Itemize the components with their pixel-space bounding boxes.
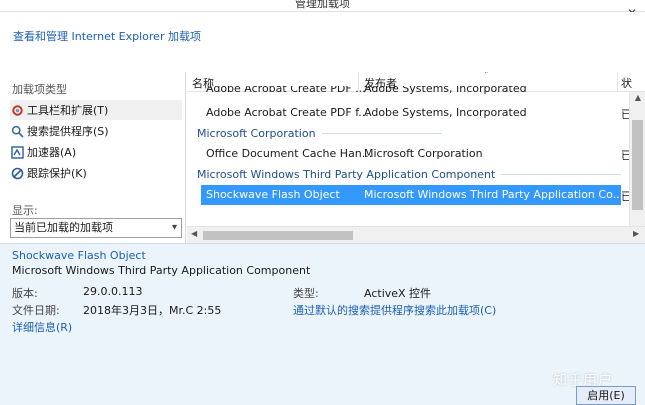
sidebar-item-label: 搜索提供程序(S) — [27, 125, 109, 138]
addon-types-label: 加载项类型 — [12, 83, 67, 96]
show-dropdown[interactable]: 当前已加载的加载项 ▾ — [10, 218, 182, 238]
chevron-down-icon: ▾ — [171, 222, 177, 233]
title-bar: 管理加载项 ✕ — [0, 0, 645, 20]
row-name: Shockwave Flash Object — [206, 188, 340, 201]
list-row[interactable]: Adobe Acrobat Create PDF ... Adobe Syste… — [187, 86, 621, 100]
scroll-right-icon[interactable]: ▶ — [633, 229, 639, 238]
row-publisher: Microsoft Windows Third Party Applicatio… — [364, 188, 624, 201]
header: 查看和管理 Internet Explorer 加载项 — [0, 12, 645, 72]
list-row[interactable]: Adobe Acrobat Create PDF f... Adobe Syst… — [187, 103, 632, 123]
details-pane: Shockwave Flash Object Microsoft Windows… — [0, 243, 645, 405]
scroll-thumb[interactable] — [632, 120, 643, 210]
row-publisher: Microsoft Corporation — [364, 147, 483, 160]
gear-icon — [10, 103, 24, 117]
list-row-selected[interactable]: Shockwave Flash Object Microsoft Windows… — [201, 185, 624, 205]
group-divider — [321, 133, 442, 134]
show-dropdown-value: 当前已加载的加载项 — [14, 221, 113, 234]
type-value: ActiveX 控件 — [364, 287, 432, 300]
sort-up-icon: ˄ — [484, 72, 489, 81]
scroll-left-icon[interactable]: ◀ — [191, 229, 197, 238]
sidebar-item-accelerators[interactable]: 加速器(A) — [10, 142, 182, 162]
version-label: 版本: — [12, 287, 38, 300]
page-heading: 查看和管理 Internet Explorer 加载项 — [13, 30, 201, 43]
accelerator-icon — [10, 145, 24, 159]
group-header: Microsoft Windows Third Party Applicatio… — [197, 168, 622, 181]
show-label: 显示: — [12, 204, 38, 217]
window-title: 管理加载项 — [295, 0, 350, 10]
block-icon — [10, 166, 24, 180]
type-label: 类型: — [293, 287, 319, 300]
sidebar-item-tracking[interactable]: 跟踪保护(K) — [10, 163, 182, 183]
sidebar-item-search[interactable]: 搜索提供程序(S) — [10, 121, 182, 141]
horizontal-scrollbar[interactable]: ◀ ▶ — [187, 226, 645, 243]
group-title: Microsoft Corporation — [197, 127, 316, 140]
sidebar-item-label: 加速器(A) — [27, 146, 77, 159]
sidebar-item-toolbars[interactable]: 工具栏和扩展(T) — [10, 100, 182, 120]
row-name: Adobe Acrobat Create PDF ... — [206, 86, 366, 95]
sidebar-item-label: 工具栏和扩展(T) — [27, 104, 109, 117]
group-title: Microsoft Windows Third Party Applicatio… — [197, 168, 496, 181]
detail-addon-name: Shockwave Flash Object — [12, 249, 146, 262]
group-header: Microsoft Corporation — [197, 127, 442, 140]
more-info-link[interactable]: 详细信息(R) — [12, 319, 72, 335]
vertical-scrollbar[interactable]: ▲ — [629, 92, 645, 243]
list-row[interactable]: Office Document Cache Han... Microsoft C… — [187, 144, 632, 164]
version-value: 29.0.0.113 — [83, 285, 143, 298]
detail-publisher: Microsoft Windows Third Party Applicatio… — [12, 264, 311, 277]
sidebar-item-label: 跟踪保护(K) — [27, 167, 87, 180]
row-publisher: Adobe Systems, Incorporated — [364, 86, 527, 95]
scroll-up-icon[interactable]: ▲ — [630, 93, 645, 102]
column-status[interactable]: 状 — [621, 75, 632, 91]
row-name: Adobe Acrobat Create PDF f... — [206, 106, 369, 119]
addons-list: 名称 发布者 ˄ 状 Adobe Acrobat Create PDF ... … — [187, 72, 645, 243]
search-addon-link[interactable]: 通过默认的搜索提供程序搜索此加载项(C) — [293, 302, 496, 318]
row-publisher: Adobe Systems, Incorporated — [364, 106, 527, 119]
file-date-value: 2018年3月3日，Mr.C 2:55 — [83, 304, 222, 317]
scroll-thumb[interactable] — [203, 231, 353, 240]
search-icon — [10, 124, 24, 138]
row-name: Office Document Cache Han... — [206, 147, 373, 160]
group-divider — [501, 174, 622, 175]
sidebar: 加载项类型 工具栏和扩展(T) 搜索提供程序(S) 加速器(A) 跟踪保护(K)… — [0, 72, 186, 243]
file-date-label: 文件日期: — [12, 304, 60, 317]
enable-button[interactable]: 启用(E) — [576, 386, 636, 405]
